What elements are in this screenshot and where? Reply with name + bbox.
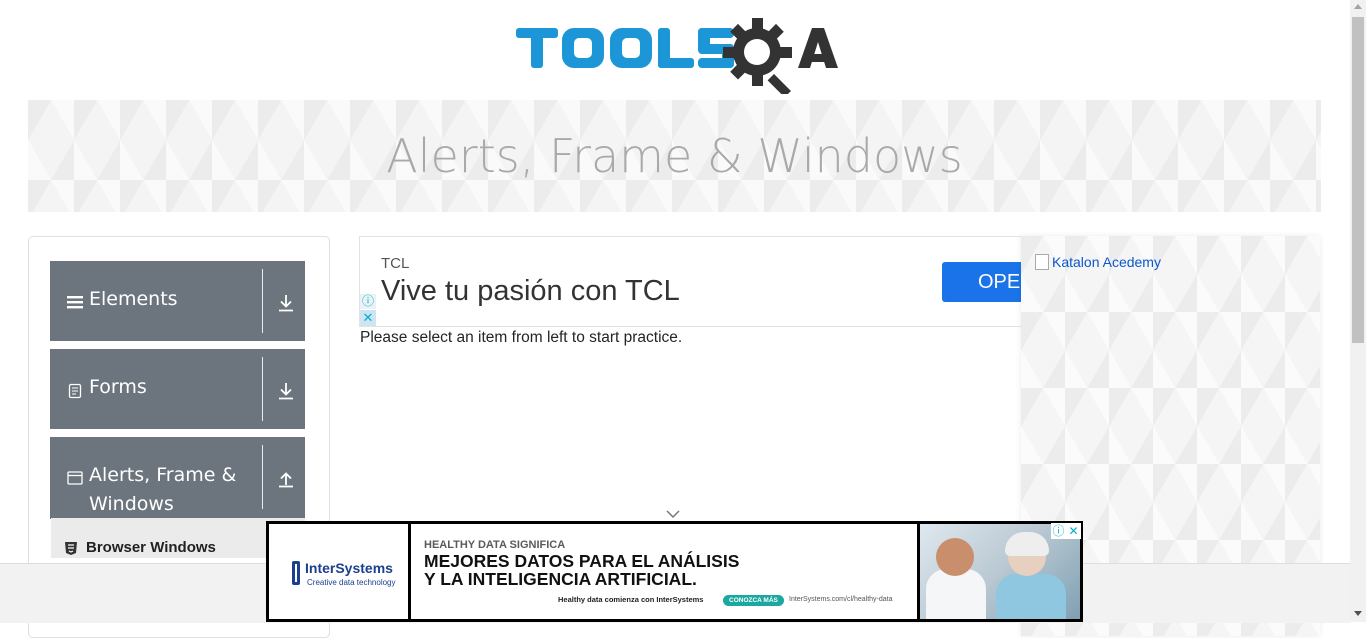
download-arrow-icon[interactable] [277,294,295,312]
sidebar-group-label: Alerts, Frame & Windows [89,461,236,519]
ad-url: InterSystems.com/cl/healthy-data [789,596,893,603]
ad-headline-line1: MEJORES DATOS PARA EL ANÁLISIS [424,551,740,571]
scrollbar-thumb[interactable] [1352,17,1364,343]
sidebar-group-label-line1: Alerts, Frame & [89,464,237,486]
doctor-figure [926,569,986,619]
ad-image-alt-text: Katalon Acedemy [1052,254,1161,270]
ad-controls: ⓘ ✕ [1051,523,1081,539]
ad-close-icon[interactable]: ✕ [1066,523,1081,539]
page-banner: Alerts, Frame & Windows [28,100,1321,212]
ad-text-area[interactable]: HEALTHY DATA SIGNIFICA MEJORES DATOS PAR… [411,524,917,619]
sidebar-group-label: Forms [89,376,147,398]
practice-message: Please select an item from left to start… [360,329,683,346]
ad-close-icon[interactable]: ✕ [360,310,376,326]
intersystems-logo[interactable]: InterSystems Creative data technology [269,524,408,619]
vertical-scrollbar[interactable] [1350,0,1366,622]
html5-icon [65,542,77,555]
toolsqa-logo-graphic [516,18,838,98]
chevron-down-icon[interactable] [665,507,681,519]
sidebar-group-label: Elements [89,288,178,310]
sidebar-group-elements[interactable]: Elements [50,261,305,341]
patient-hair [1005,532,1049,556]
intersystems-name: InterSystems [305,560,393,576]
page-title: Alerts, Frame & Windows [386,129,963,183]
ad-headline[interactable]: Vive tu pasión con TCL [381,275,680,308]
scroll-up-arrow-icon[interactable] [1354,4,1362,9]
window-icon [67,470,83,486]
scroll-down-arrow-icon[interactable] [1354,611,1362,616]
ad-headline-line2: Y LA INTELIGENCIA ARTIFICIAL. [424,569,697,589]
ad-tagline: Healthy data comienza con InterSystems [558,595,704,604]
intersystems-mark-icon [292,561,300,585]
ad-info-icon[interactable]: ⓘ [1051,523,1066,539]
doctor-head [936,538,974,576]
patient-figure [996,574,1066,619]
ad-open-button[interactable]: OPEN [942,262,1022,302]
download-arrow-icon[interactable] [277,382,295,400]
top-advertisement[interactable]: TCL Vive tu pasión con TCL OPEN ⓘ ✕ [359,236,1022,327]
ad-cta-button[interactable]: CONOZCA MÁS [723,595,784,606]
group-divider [262,269,263,333]
document-icon [67,383,83,399]
ad-kicker: HEALTHY DATA SIGNIFICA [424,539,566,551]
ad-brand: TCL [381,255,410,272]
ad-info-icon[interactable]: ⓘ [360,294,376,309]
katalon-academy-ad-image[interactable]: Katalon Acedemy [1035,254,1161,270]
sidebar-group-alerts-frame-windows[interactable]: Alerts, Frame & Windows [50,437,305,519]
intersystems-tagline: Creative data technology [307,578,396,587]
group-divider [262,357,263,421]
sidebar-group-label-line2: Windows [89,493,174,515]
bottom-advertisement[interactable]: InterSystems Creative data technology HE… [266,521,1083,622]
hamburger-icon [67,294,83,310]
sidebar-item-label: Browser Windows [86,539,216,556]
sidebar-group-forms[interactable]: Forms [50,349,305,429]
group-divider [262,445,263,509]
toolsqa-logo[interactable] [512,14,842,98]
upload-arrow-icon[interactable] [277,470,295,488]
ad-headline: MEJORES DATOS PARA EL ANÁLISIS Y LA INTE… [424,552,844,588]
broken-image-icon [1035,254,1049,270]
